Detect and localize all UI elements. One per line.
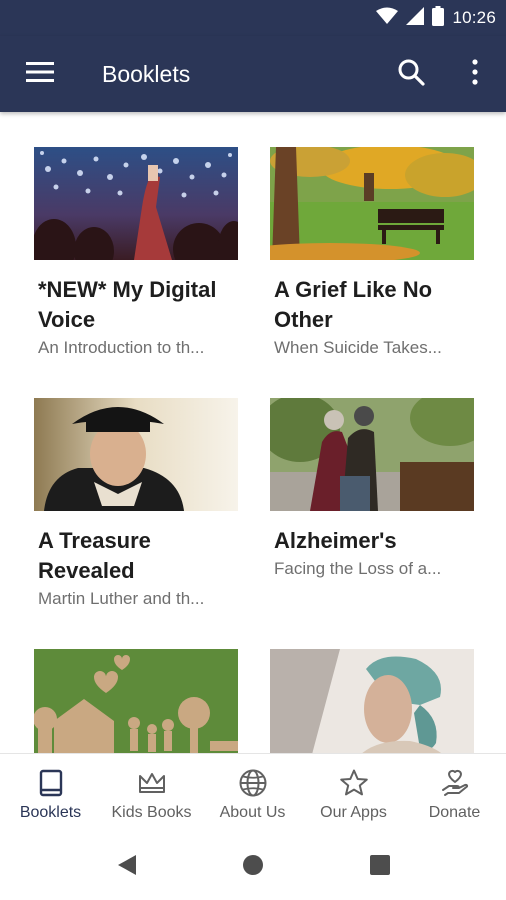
booklet-title: A Treasure Revealed [38, 528, 151, 583]
nav-item-our-apps[interactable]: Our Apps [303, 754, 404, 831]
book-icon [36, 768, 66, 798]
home-icon[interactable] [240, 852, 266, 878]
star-icon [339, 768, 369, 798]
search-button[interactable] [393, 56, 429, 92]
booklet-thumbnail [270, 649, 474, 753]
booklet-subtitle: Martin Luther and th... [38, 589, 205, 608]
search-icon [397, 58, 425, 91]
nav-label: Donate [428, 804, 481, 821]
booklet-card[interactable]: A Treasure Revealed Martin Luther and th… [34, 398, 238, 610]
nav-label: Kids Books [111, 804, 192, 821]
more-vert-icon [472, 58, 478, 90]
nav-item-kids-books[interactable]: Kids Books [101, 754, 202, 831]
battery-icon [432, 5, 445, 31]
nav-label: Booklets [19, 804, 82, 821]
booklet-subtitle: Facing the Loss of a... [274, 559, 442, 578]
status-bar: 10:26 [0, 0, 506, 36]
booklet-thumbnail [34, 649, 238, 753]
booklet-title: A Grief Like No Other [274, 277, 433, 332]
globe-icon [238, 768, 268, 798]
recents-icon[interactable] [367, 852, 393, 878]
back-icon[interactable] [114, 852, 140, 878]
booklet-subtitle: An Introduction to th... [38, 338, 205, 357]
crown-icon [137, 768, 167, 798]
signal-icon [406, 6, 425, 30]
nav-item-about-us[interactable]: About Us [202, 754, 303, 831]
bottom-navigation: Booklets Kids Books About Us Our Apps Do… [0, 753, 506, 831]
status-icons: 10:26 [376, 0, 496, 36]
wifi-icon [376, 7, 399, 30]
page-title: Booklets [102, 61, 191, 87]
booklet-thumbnail [34, 147, 238, 260]
nav-label: Our Apps [320, 804, 387, 821]
booklet-thumbnail [270, 398, 474, 511]
nav-item-booklets[interactable]: Booklets [0, 754, 101, 831]
booklet-grid: *NEW* My Digital Voice An Introduction t… [0, 112, 506, 753]
nav-item-donate[interactable]: Donate [404, 754, 505, 831]
booklet-card[interactable]: Alzheimer's Facing the Loss of a... [270, 398, 474, 580]
booklet-card[interactable]: *NEW* My Digital Voice An Introduction t… [34, 147, 238, 359]
booklet-card[interactable] [270, 649, 474, 753]
booklet-thumbnail [34, 398, 238, 511]
booklet-thumbnail [270, 147, 474, 260]
more-options-button[interactable] [462, 56, 488, 92]
menu-button[interactable] [20, 56, 60, 92]
booklet-title: Alzheimer's [274, 528, 397, 553]
system-navigation-bar [0, 830, 506, 900]
booklet-subtitle: When Suicide Takes... [274, 338, 442, 357]
booklet-title: *NEW* My Digital Voice [38, 277, 217, 332]
booklet-card[interactable] [34, 649, 238, 753]
status-time: 10:26 [452, 8, 496, 27]
app-bar: Booklets [0, 36, 506, 112]
heart-hand-icon [440, 768, 470, 798]
hamburger-icon [26, 61, 54, 87]
booklet-card[interactable]: A Grief Like No Other When Suicide Takes… [270, 147, 474, 359]
nav-label: About Us [219, 804, 286, 821]
